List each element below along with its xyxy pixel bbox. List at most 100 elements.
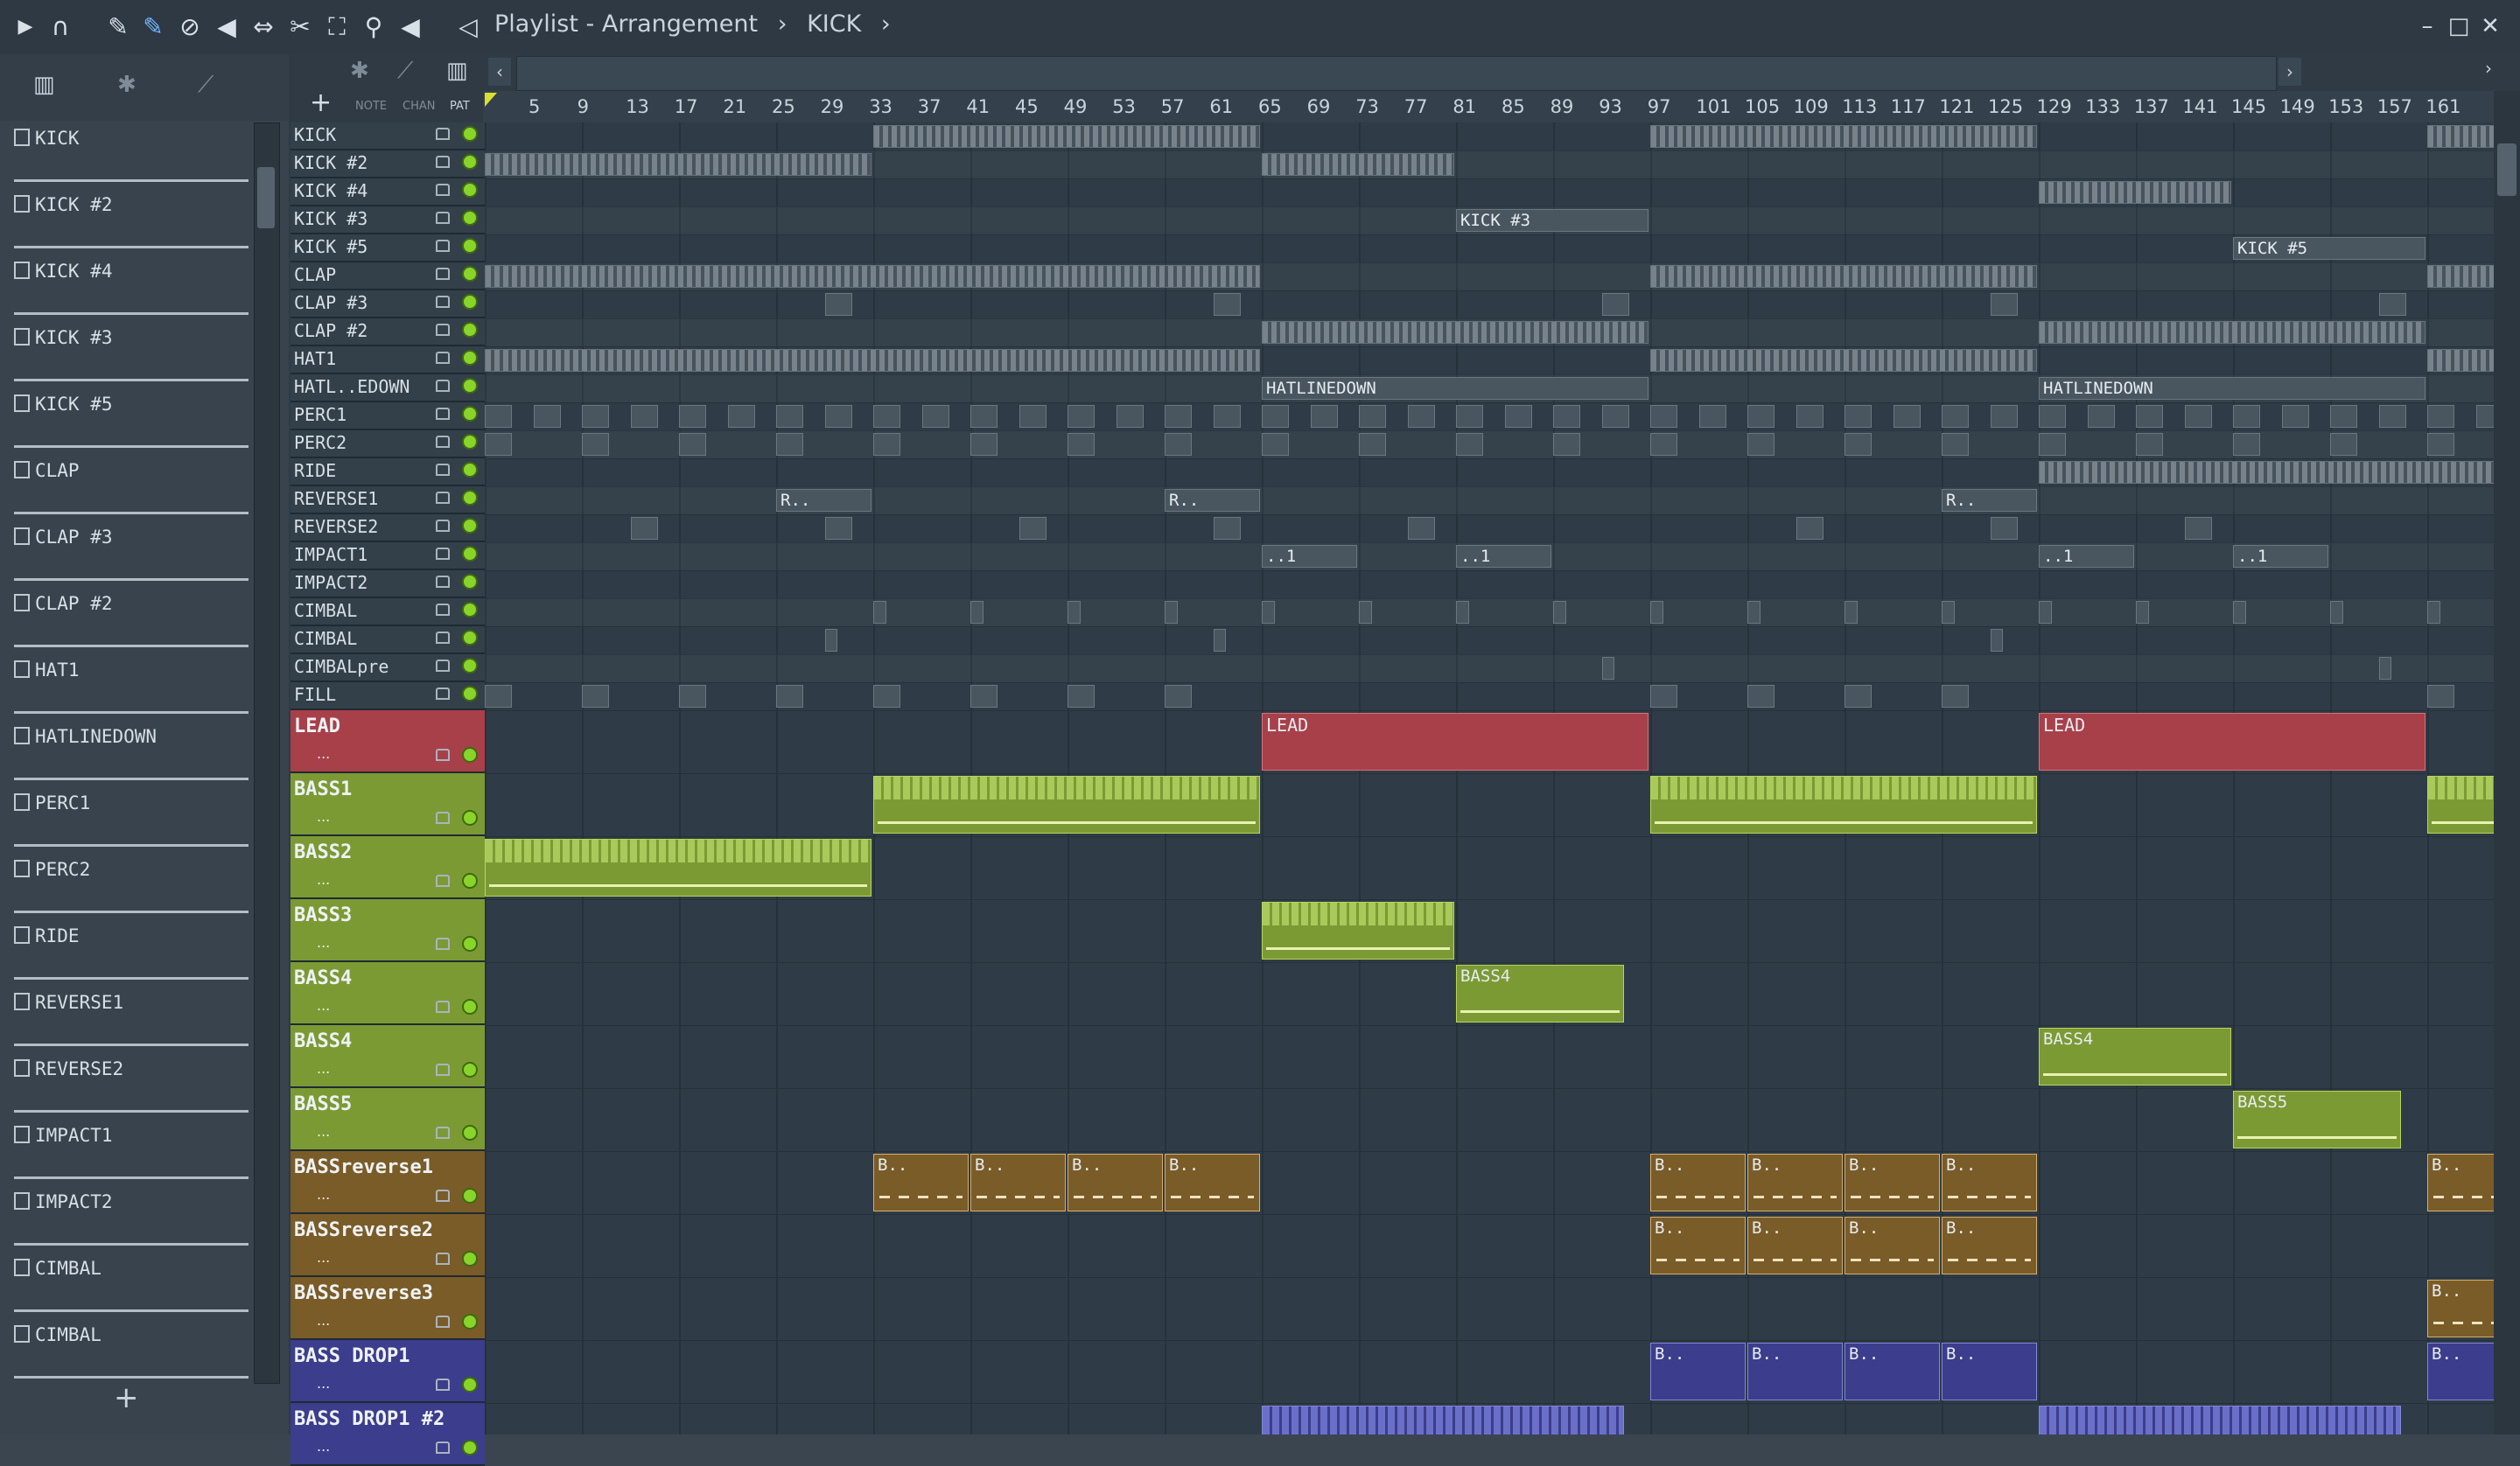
pattern-clip[interactable] [2184, 517, 2212, 540]
song-overview[interactable] [516, 56, 2277, 91]
pattern-item[interactable]: PERC1 [14, 789, 248, 850]
pattern-clip[interactable] [485, 349, 1260, 372]
pattern-clip[interactable] [873, 601, 886, 624]
minimize-button[interactable]: – [2412, 9, 2443, 44]
bassdrop-clip[interactable] [2039, 1406, 2402, 1435]
picker-scrollbar[interactable] [254, 122, 280, 1384]
pattern-item[interactable]: CIMBAL [14, 1254, 248, 1316]
lock-icon[interactable] [436, 1127, 450, 1139]
bassdrop-clip[interactable] [1262, 1406, 1625, 1435]
pattern-clip[interactable] [582, 433, 610, 456]
track-header[interactable]: BASSreverse1... [290, 1151, 485, 1214]
pattern-clip[interactable] [1650, 265, 2037, 288]
pattern-clip[interactable] [485, 433, 513, 456]
pattern-clip[interactable] [1747, 433, 1775, 456]
pattern-clip[interactable] [2233, 433, 2261, 456]
track-header[interactable]: HAT1 [290, 346, 485, 374]
breadcrumb-pattern[interactable]: KICK [807, 10, 861, 38]
pattern-clip[interactable] [824, 629, 838, 652]
track-header[interactable]: KICK #2 [290, 150, 485, 178]
track-header[interactable]: CIMBALpre [290, 654, 485, 682]
track-enable-led[interactable] [462, 747, 478, 763]
pattern-clip[interactable] [485, 153, 872, 176]
bassreverse-clip[interactable]: B.. [1942, 1154, 2037, 1211]
pattern-clip[interactable]: R.. [1942, 489, 2037, 512]
track-header[interactable]: BASSreverse2... [290, 1214, 485, 1277]
pattern-clip[interactable] [1068, 685, 1096, 708]
pattern-clip[interactable] [2427, 349, 2494, 372]
track-header[interactable]: BASS4... [290, 962, 485, 1025]
track-enable-led[interactable] [462, 1062, 478, 1078]
pattern-clip[interactable] [1456, 433, 1484, 456]
pattern-clip[interactable] [2039, 321, 2426, 344]
pattern-clip[interactable] [1990, 517, 2018, 540]
lock-icon[interactable] [436, 128, 450, 140]
pattern-clip[interactable]: KICK #5 [2233, 237, 2426, 260]
pattern-clip[interactable] [1018, 405, 1046, 428]
pattern-clip[interactable] [1359, 601, 1372, 624]
bass-clip[interactable]: BASS5 [2233, 1091, 2402, 1148]
pattern-clip[interactable] [1990, 293, 2018, 316]
track-header[interactable]: BASS3... [290, 899, 485, 962]
track-enable-led[interactable] [462, 182, 478, 198]
lock-icon[interactable] [436, 296, 450, 308]
bass-clip[interactable] [1262, 902, 1454, 960]
pattern-clip[interactable] [679, 433, 707, 456]
pattern-clip[interactable] [1650, 433, 1678, 456]
pattern-clip[interactable]: HATLINEDOWN [2039, 377, 2426, 400]
timeline-ruler[interactable]: 5 9 13 17 21 25 29 33 37 41 45 49 53 57 61 65 69 73 77 81 85… [483, 91, 2520, 122]
pattern-clip[interactable] [1262, 433, 1290, 456]
playhead-marker[interactable] [485, 93, 497, 107]
pattern-clip[interactable] [1018, 517, 1046, 540]
bass-clip[interactable]: BASS4 [2039, 1028, 2231, 1086]
track-header[interactable]: FILL [290, 682, 485, 710]
pattern-clip[interactable]: HATLINEDOWN [1262, 377, 1648, 400]
pattern-clip[interactable] [1213, 405, 1241, 428]
pattern-clip[interactable] [1553, 601, 1566, 624]
mute-icon[interactable]: ◀ [212, 12, 242, 42]
track-enable-led[interactable] [462, 378, 478, 394]
bassreverse-clip[interactable]: B.. [1165, 1154, 1260, 1211]
track-header[interactable]: REVERSE1 [290, 486, 485, 514]
pattern-clip[interactable] [1213, 629, 1227, 652]
pattern-clip[interactable] [582, 405, 610, 428]
magnet-icon[interactable]: ∩ [46, 12, 75, 42]
lock-icon[interactable] [436, 324, 450, 336]
note-icon[interactable]: ✱ [350, 58, 369, 84]
pattern-clip[interactable] [2136, 433, 2164, 456]
pattern-clip[interactable] [1262, 153, 1454, 176]
slip-icon[interactable]: ⇔ [248, 12, 278, 42]
track-header[interactable]: BASS DROP1... [290, 1340, 485, 1403]
pattern-clip[interactable] [824, 293, 852, 316]
pattern-clip[interactable] [776, 685, 804, 708]
lock-icon[interactable] [436, 1001, 450, 1013]
pattern-clip[interactable] [2233, 405, 2261, 428]
pattern-clip[interactable] [1942, 685, 1970, 708]
pattern-item[interactable]: IMPACT1 [14, 1121, 248, 1183]
track-enable-led[interactable] [462, 1440, 478, 1456]
pattern-clip[interactable] [582, 685, 610, 708]
pattern-clip[interactable] [824, 517, 852, 540]
arrangement-grid[interactable]: KICK #3KICK #3KICK #5HATLINEDOWNHATLINED… [485, 122, 2494, 1435]
lock-icon[interactable] [436, 184, 450, 196]
pattern-clip[interactable]: ..1 [1262, 545, 1357, 568]
pattern-clip[interactable] [2039, 601, 2052, 624]
pattern-clip[interactable] [776, 433, 804, 456]
track-header[interactable]: LEAD... [290, 710, 485, 773]
track-enable-led[interactable] [462, 490, 478, 506]
pattern-clip[interactable] [1990, 629, 2004, 652]
pattern-clip[interactable] [2378, 657, 2392, 680]
pattern-clip[interactable] [1601, 405, 1629, 428]
pattern-item[interactable]: RIDE [14, 922, 248, 983]
track-header[interactable]: PERC1 [290, 402, 485, 430]
pattern-clip[interactable]: KICK #3 [1456, 209, 1648, 232]
track-enable-led[interactable] [462, 936, 478, 952]
track-header[interactable]: BASS5... [290, 1088, 485, 1151]
lock-icon[interactable] [436, 812, 450, 824]
track-enable-led[interactable] [462, 406, 478, 422]
pattern-clip[interactable] [2427, 433, 2455, 456]
pattern-clip[interactable] [873, 685, 901, 708]
pattern-clip[interactable] [1068, 405, 1096, 428]
pattern-clip[interactable] [1165, 405, 1193, 428]
lock-icon[interactable] [436, 1316, 450, 1328]
